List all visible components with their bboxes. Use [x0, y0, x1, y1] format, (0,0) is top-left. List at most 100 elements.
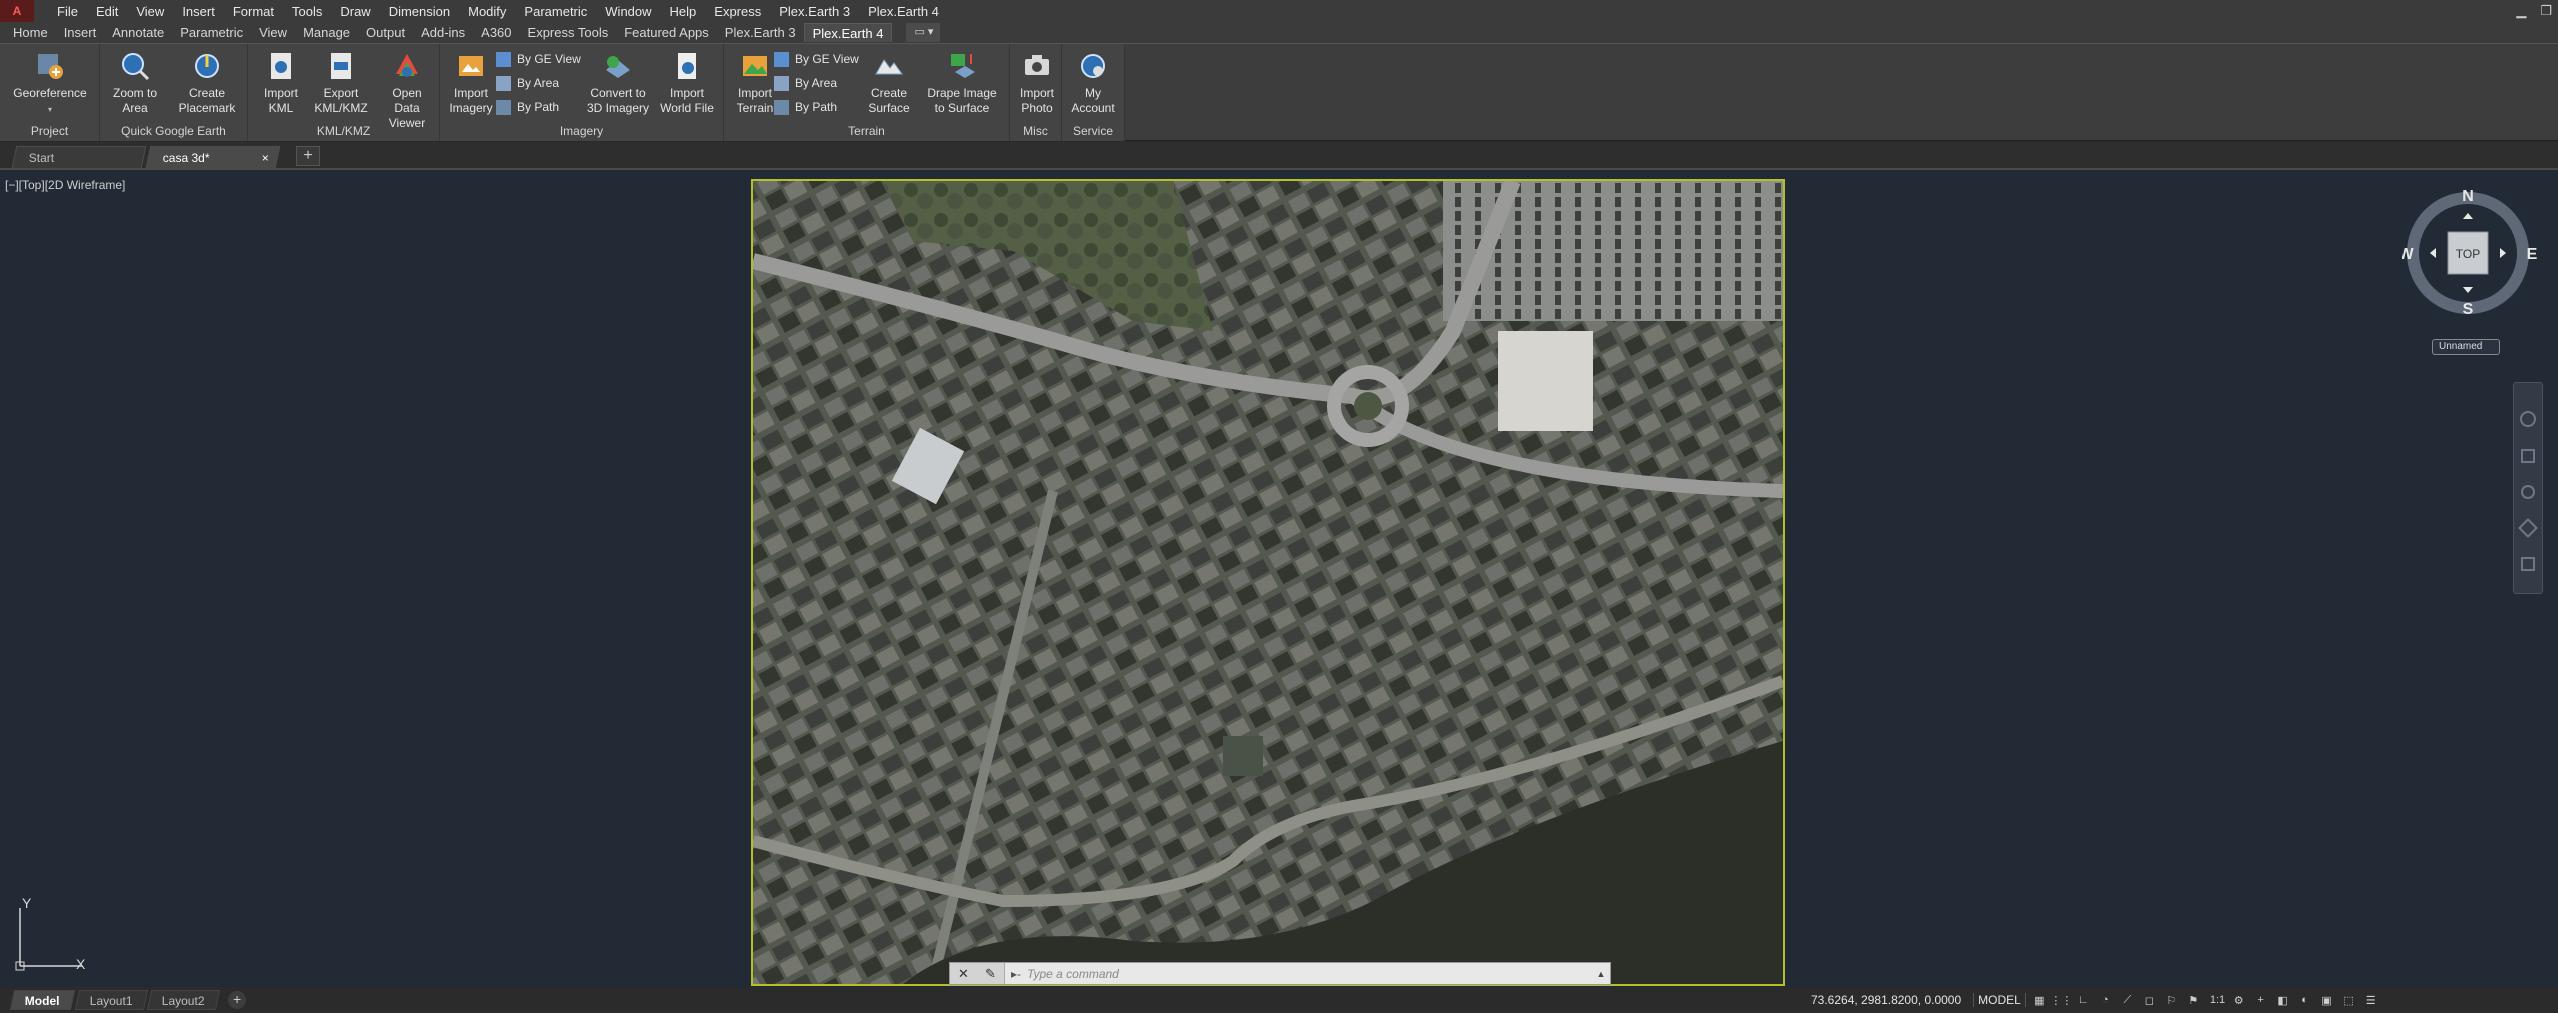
import-terrain-icon: [743, 56, 767, 76]
command-history-icon[interactable]: ▲: [1592, 969, 1610, 979]
layout-tab-model[interactable]: Model: [9, 990, 75, 1010]
units-icon[interactable]: ◧: [2274, 992, 2291, 1008]
isolate-objects-icon[interactable]: ◐: [2296, 992, 2313, 1008]
command-input[interactable]: Type a command: [1027, 967, 1592, 981]
menu-dimension[interactable]: Dimension: [380, 4, 459, 19]
orbit-icon[interactable]: [2518, 518, 2538, 538]
file-tab-start[interactable]: Start: [11, 146, 147, 168]
tab-plex-earth-4[interactable]: Plex.Earth 4: [803, 23, 893, 42]
menu-plex-earth-3[interactable]: Plex.Earth 3: [770, 4, 859, 19]
workspace-gear-icon[interactable]: ⚙: [2230, 992, 2247, 1008]
tab-a360[interactable]: A360: [473, 23, 519, 42]
annotation-monitor-icon[interactable]: +: [2252, 992, 2269, 1008]
close-tab-icon[interactable]: ×: [262, 147, 269, 169]
menu-plex-earth-4[interactable]: Plex.Earth 4: [859, 4, 948, 19]
autocad-window: A File Edit View Insert Format Tools Dra…: [0, 0, 2558, 1013]
menu-insert[interactable]: Insert: [173, 4, 224, 19]
menu-help[interactable]: Help: [661, 4, 706, 19]
viewcube[interactable]: TOP N S E W: [2402, 183, 2538, 323]
tab-add-ins[interactable]: Add-ins: [413, 23, 473, 42]
tab-home[interactable]: Home: [5, 23, 56, 42]
hardware-acceleration-icon[interactable]: ▣: [2318, 992, 2335, 1008]
tab-express-tools[interactable]: Express Tools: [520, 23, 617, 42]
auto-scale-icon[interactable]: ⚑: [2185, 992, 2202, 1008]
menu-edit[interactable]: Edit: [87, 4, 127, 19]
minimize-icon[interactable]: ▁: [2516, 3, 2526, 19]
tab-view[interactable]: View: [251, 23, 295, 42]
layout-tab-layout1[interactable]: Layout1: [74, 990, 148, 1010]
menu-modify[interactable]: Modify: [459, 4, 515, 19]
tab-output[interactable]: Output: [358, 23, 413, 42]
create-placemark-button[interactable]: Create Placemark: [176, 48, 238, 120]
tab-manage[interactable]: Manage: [295, 23, 358, 42]
object-snap-icon[interactable]: ◻: [2141, 992, 2158, 1008]
customization-menu-icon[interactable]: ☰: [2362, 992, 2379, 1008]
menu-draw[interactable]: Draw: [331, 4, 379, 19]
georeference-button[interactable]: Georeference ▾: [8, 48, 92, 120]
navigation-bar[interactable]: [2513, 382, 2543, 594]
terrain-by-ge-view-button[interactable]: By GE View: [774, 48, 859, 70]
application-logo-icon[interactable]: A: [0, 0, 34, 22]
pan-icon[interactable]: [2521, 449, 2535, 463]
compass-west[interactable]: W: [2402, 246, 2414, 263]
isodraft-icon[interactable]: ⟋: [2119, 992, 2136, 1008]
ribbon-toggle-icon[interactable]: ▭ ▾: [906, 23, 941, 42]
polar-icon[interactable]: ◔: [2097, 992, 2114, 1008]
open-data-viewer-button[interactable]: Open Data Viewer: [376, 48, 438, 130]
aerial-imagery[interactable]: [751, 179, 1785, 986]
grid-icon[interactable]: ▦: [2031, 992, 2048, 1008]
snap-icon[interactable]: ⋮⋮: [2050, 992, 2072, 1008]
menu-format[interactable]: Format: [224, 4, 283, 19]
close-icon[interactable]: ✕: [958, 966, 969, 982]
command-prompt-icon[interactable]: ▸-: [1005, 967, 1027, 981]
zoom-icon[interactable]: [2521, 485, 2535, 499]
annotation-visibility-icon[interactable]: ⚐: [2163, 992, 2180, 1008]
compass-north[interactable]: N: [2462, 188, 2474, 205]
layout-tab-layout2[interactable]: Layout2: [147, 990, 221, 1010]
new-tab-button[interactable]: +: [296, 146, 320, 166]
imagery-by-area-button[interactable]: By Area: [496, 72, 559, 94]
file-tab-casa-3d[interactable]: casa 3d* ×: [145, 146, 281, 169]
tab-annotate[interactable]: Annotate: [104, 23, 172, 42]
menu-window[interactable]: Window: [596, 4, 660, 19]
menu-parametric[interactable]: Parametric: [515, 4, 596, 19]
customize-icon[interactable]: ✎: [985, 966, 996, 982]
viewport-controls-label[interactable]: [−][Top][2D Wireframe]: [5, 178, 125, 192]
import-imagery-icon: [459, 56, 483, 76]
export-kml-kmz-button[interactable]: Export KML/KMZ: [310, 48, 372, 120]
create-surface-button[interactable]: Create Surface: [858, 48, 920, 120]
imagery-by-path-button[interactable]: By Path: [496, 96, 559, 118]
ucs-menu[interactable]: Unnamed: [2432, 339, 2500, 355]
terrain-by-path-button[interactable]: By Path: [774, 96, 837, 118]
menu-tools[interactable]: Tools: [283, 4, 331, 19]
add-layout-button[interactable]: +: [228, 991, 247, 1009]
zoom-to-area-button[interactable]: Zoom to Area: [104, 48, 166, 120]
ortho-icon[interactable]: ∟: [2075, 992, 2092, 1008]
clean-screen-icon[interactable]: ⬚: [2340, 992, 2357, 1008]
steering-wheel-icon[interactable]: [2520, 411, 2536, 427]
tab-parametric[interactable]: Parametric: [172, 23, 251, 42]
convert-to-3d-imagery-button[interactable]: Convert to 3D Imagery: [580, 48, 656, 120]
showmotion-icon[interactable]: [2521, 557, 2535, 571]
tab-featured-apps[interactable]: Featured Apps: [616, 23, 717, 42]
import-photo-button[interactable]: Import Photo: [1006, 48, 1068, 120]
compass-east[interactable]: E: [2527, 246, 2538, 263]
model-space-button[interactable]: MODEL: [1973, 993, 2026, 1007]
menu-express[interactable]: Express: [705, 4, 770, 19]
group-label-quick-google-earth: Quick Google Earth: [121, 124, 226, 138]
coordinate-readout[interactable]: 73.6264, 2981.8200, 0.0000: [1811, 993, 1961, 1007]
my-account-button[interactable]: My Account: [1062, 48, 1124, 120]
imagery-by-ge-view-button[interactable]: By GE View: [496, 48, 581, 70]
terrain-by-area-button[interactable]: By Area: [774, 72, 837, 94]
menu-file[interactable]: File: [48, 4, 87, 19]
compass-south[interactable]: S: [2463, 301, 2474, 318]
restore-icon[interactable]: ❐: [2540, 3, 2552, 19]
import-world-file-button[interactable]: Import World File: [656, 48, 718, 120]
drape-image-to-surface-button[interactable]: Drape Image to Surface: [920, 48, 1004, 120]
menu-view[interactable]: View: [127, 4, 173, 19]
tab-plex-earth-3[interactable]: Plex.Earth 3: [717, 23, 804, 42]
tab-insert[interactable]: Insert: [56, 23, 105, 42]
annotation-scale[interactable]: 1:1: [2210, 992, 2225, 1008]
import-kml-button[interactable]: Import KML: [250, 48, 312, 120]
import-imagery-button[interactable]: Import Imagery: [440, 48, 502, 120]
